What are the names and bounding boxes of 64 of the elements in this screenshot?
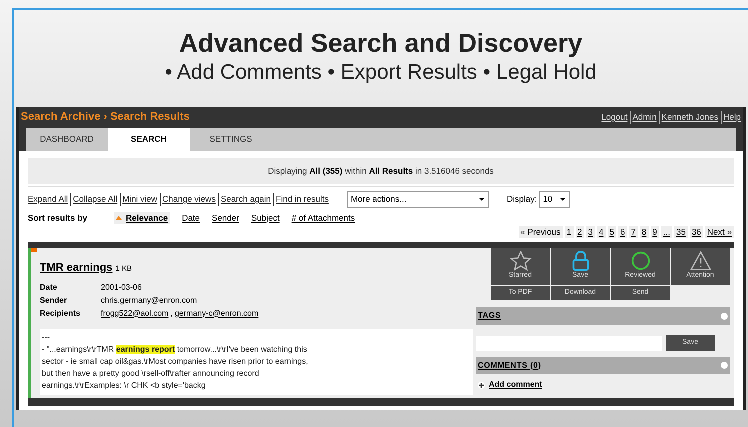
result-marker (31, 248, 37, 252)
caret-icon (560, 198, 566, 201)
field-value: 2001-03-06 (101, 282, 142, 294)
previous-link[interactable]: « Previous (518, 226, 563, 238)
page-link[interactable]: 4 (596, 226, 606, 238)
next-link[interactable]: Next » (705, 226, 734, 238)
result-title[interactable]: TMR earnings (40, 260, 113, 276)
toolbar-link[interactable]: Expand All (28, 193, 68, 206)
header-link[interactable]: Logout (602, 111, 628, 124)
header-link[interactable]: Help (720, 111, 741, 124)
tab[interactable]: DASHBOARD (26, 128, 108, 151)
star-icon (510, 251, 532, 272)
header-link[interactable]: Admin (630, 111, 657, 124)
collapse-icon[interactable] (721, 362, 728, 369)
tags-heading: TAGS (478, 310, 502, 322)
page-link[interactable]: ... (661, 226, 672, 238)
recipient-link[interactable]: frogg522@aol.com (101, 308, 169, 320)
sort-option[interactable]: # of Attachments (292, 212, 356, 224)
field-value: chris.germany@enron.com (101, 294, 198, 306)
slide-title: Advanced Search and Discovery (179, 27, 583, 59)
page-link[interactable]: 5 (608, 226, 616, 238)
snippet-text: - "...earnings\r\rTMR earnings report tomorrow...\r\rI've been watching this sector - ie small cap oil&gas.\rMost companies have risen prior to earnings, but then have a pretty good \rsell-off\rafter announcing record earnings.\r\rExamples: \r CHK <b style='backg (42, 344, 310, 392)
page-link[interactable]: 7 (629, 226, 638, 238)
summary-bar: Displaying All (355) within All Results in 3.516046 seconds (28, 158, 734, 184)
sort-label: Sort results by (28, 212, 89, 224)
collapse-icon[interactable] (721, 312, 728, 320)
page-link[interactable]: 36 (690, 226, 704, 238)
field-label: Recipients (40, 308, 82, 320)
add-comment-link[interactable]: Add comment (489, 379, 542, 391)
display-label: Display: (506, 193, 538, 206)
plus-icon (478, 382, 485, 388)
warning-icon (690, 251, 712, 272)
toolbar-link[interactable]: Find in results (273, 193, 329, 206)
toolbar-link[interactable]: Collapse All (70, 193, 118, 206)
tab[interactable]: SETTINGS (190, 128, 272, 151)
sort-option[interactable]: Date (182, 212, 200, 224)
toolbar-link[interactable]: Search again (218, 193, 272, 206)
page-link[interactable]: 35 (674, 226, 688, 238)
toolbar-link[interactable]: Mini view (120, 193, 158, 206)
comments-heading: COMMENTS (0) (478, 360, 542, 372)
separator: , (170, 308, 173, 320)
page-link[interactable]: 9 (650, 226, 660, 238)
sort-option[interactable]: Subject (251, 212, 280, 224)
field-label: Sender (40, 294, 68, 306)
sort-option[interactable]: Sender (212, 212, 240, 224)
recipient-link[interactable]: germany-c@enron.com (174, 308, 259, 320)
header-link[interactable]: Kenneth Jones (658, 111, 719, 124)
slide-subtitle: • Add Comments • Export Results • Legal Hold (165, 60, 597, 86)
page-link[interactable]: 6 (618, 226, 628, 238)
page-link[interactable]: 1 (564, 226, 574, 238)
tab[interactable]: SEARCH (108, 128, 190, 151)
actions-dropdown[interactable]: More actions... (346, 191, 489, 208)
page-link[interactable]: 8 (640, 226, 649, 238)
display-dropdown[interactable]: 10 (539, 191, 570, 208)
field-label: Date (40, 282, 58, 294)
caret-icon (478, 198, 485, 201)
page-link[interactable]: 3 (586, 226, 595, 238)
snippet-separator: --- (42, 332, 51, 344)
page-link[interactable]: 2 (576, 226, 584, 238)
sort-arrow-icon (116, 216, 122, 220)
circle-icon (630, 251, 652, 272)
toolbar-link[interactable]: Change views (160, 193, 216, 206)
breadcrumb: Search Archive › Search Results (21, 110, 190, 126)
sort-option[interactable]: Relevance (114, 212, 170, 224)
